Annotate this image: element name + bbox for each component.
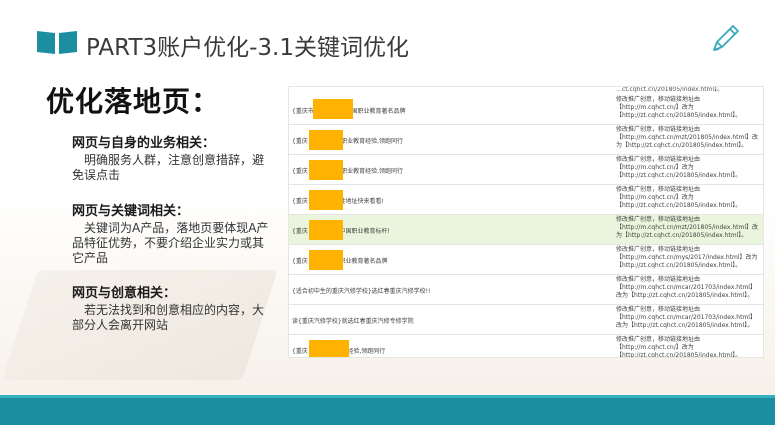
table-row: {重庆 地址},20年职业教育经验,领跑同行 修改推广创意，移动链接地址由【ht… (289, 125, 763, 155)
row-text: 读{重庆汽修学校}就选红春重庆汽修专修学院 (292, 318, 414, 325)
row-desc: 修改推广创意，移动链接地址由【http://m.cqhct.cn/mcar/20… (616, 306, 756, 329)
row-desc: 修改推广创意，移动链接地址由【http://m.cqhct.cn/】改为【htt… (616, 186, 742, 209)
header-title: PART3账户优化-3.1关键词优化 (86, 35, 409, 61)
table-row: {适合初中生的重庆汽修学校}选红春重庆汽修学校!! 修改推广创意，移动链接地址由… (289, 275, 763, 305)
table-row: {重庆市 学校地址},中国职业教育著名品牌 修改推广创意，移动链接地址由【htt… (289, 95, 763, 125)
redaction-mask (309, 250, 343, 270)
section-heading: 网页与创意相关： (72, 286, 177, 301)
footer-bar (0, 398, 775, 425)
section-keyword: 网页与关键词相关： 关键词为A产品，落地页要体现A产品特征优势，不要介绍企业实力… (72, 200, 272, 266)
page-title: 优化落地页： (46, 85, 221, 118)
row-desc: 修改推广创意，移动链接地址由【http://m.cqhct.cn/】改为【htt… (616, 96, 742, 119)
row-desc: 修改推广创意，移动链接地址由【http://m.cqhct.cn/mzt/201… (616, 216, 759, 239)
change-log-screenshot: …ct.cqhct.cn/201805/index.html】。 {重庆市 学校… (288, 86, 764, 358)
table-row: {重庆 20年职业教育经验,领跑同行 修改推广创意，移动链接地址由【http:/… (289, 335, 763, 358)
table-row: {重庆 周地址},揽胜地址快来看看! 修改推广创意，移动链接地址由【http:/… (289, 185, 763, 215)
section-body: 明确服务人群，注意创意措辞，避免误点击 (72, 153, 265, 182)
table-row: {重庆 学校地址},中国职业教育标杆! 修改推广创意，移动链接地址由【http:… (289, 215, 763, 245)
section-heading: 网页与关键词相关： (72, 204, 190, 219)
book-icon (37, 31, 77, 54)
table-row: {重庆 地址},中国职业教育著名品牌 修改推广创意，移动链接地址由【http:/… (289, 245, 763, 275)
redaction-mask (309, 220, 343, 240)
section-body: 关键词为A产品，落地页要体现A产品特征优势，不要介绍企业实力或其它产品 (72, 221, 269, 265)
table-row: {重庆 地址},20年职业教育经验,领跑同行 修改推广创意，移动链接地址由【ht… (289, 155, 763, 185)
section-heading: 网页与自身的业务相关： (72, 136, 216, 151)
redaction-mask (309, 340, 349, 357)
screenshot-top-strip: …ct.cqhct.cn/201805/index.html】。 (616, 87, 724, 93)
pencil-icon (713, 25, 739, 51)
redaction-mask (309, 190, 343, 210)
table-row: 读{重庆汽修学校}就选红春重庆汽修专修学院 修改推广创意，移动链接地址由【htt… (289, 305, 763, 335)
section-body: 若无法找到和创意相应的内容，大部分人会离开网站 (72, 303, 265, 332)
section-business: 网页与自身的业务相关： 明确服务人群，注意创意措辞，避免误点击 (72, 132, 272, 183)
row-desc: 修改推广创意，移动链接地址由【http://m.cqhct.cn/】改为【htt… (616, 156, 742, 179)
row-desc: 修改推广创意，移动链接地址由【http://m.cqhct.cn/mys/201… (616, 246, 758, 269)
row-text: {适合初中生的重庆汽修学校}选红春重庆汽修学校!! (292, 288, 431, 295)
section-creative: 网页与创意相关： 若无法找到和创意相应的内容，大部分人会离开网站 (72, 282, 272, 333)
redaction-mask (309, 130, 343, 150)
row-desc: 修改推广创意，移动链接地址由【http://m.cqhct.cn/】改为【htt… (616, 336, 742, 358)
row-desc: 修改推广创意，移动链接地址由【http://m.cqhct.cn/mzt/201… (616, 126, 759, 149)
redaction-mask (309, 160, 343, 180)
row-desc: 修改推广创意，移动链接地址由【http://m.cqhct.cn/mcar/20… (616, 276, 756, 299)
redaction-mask (313, 99, 353, 119)
